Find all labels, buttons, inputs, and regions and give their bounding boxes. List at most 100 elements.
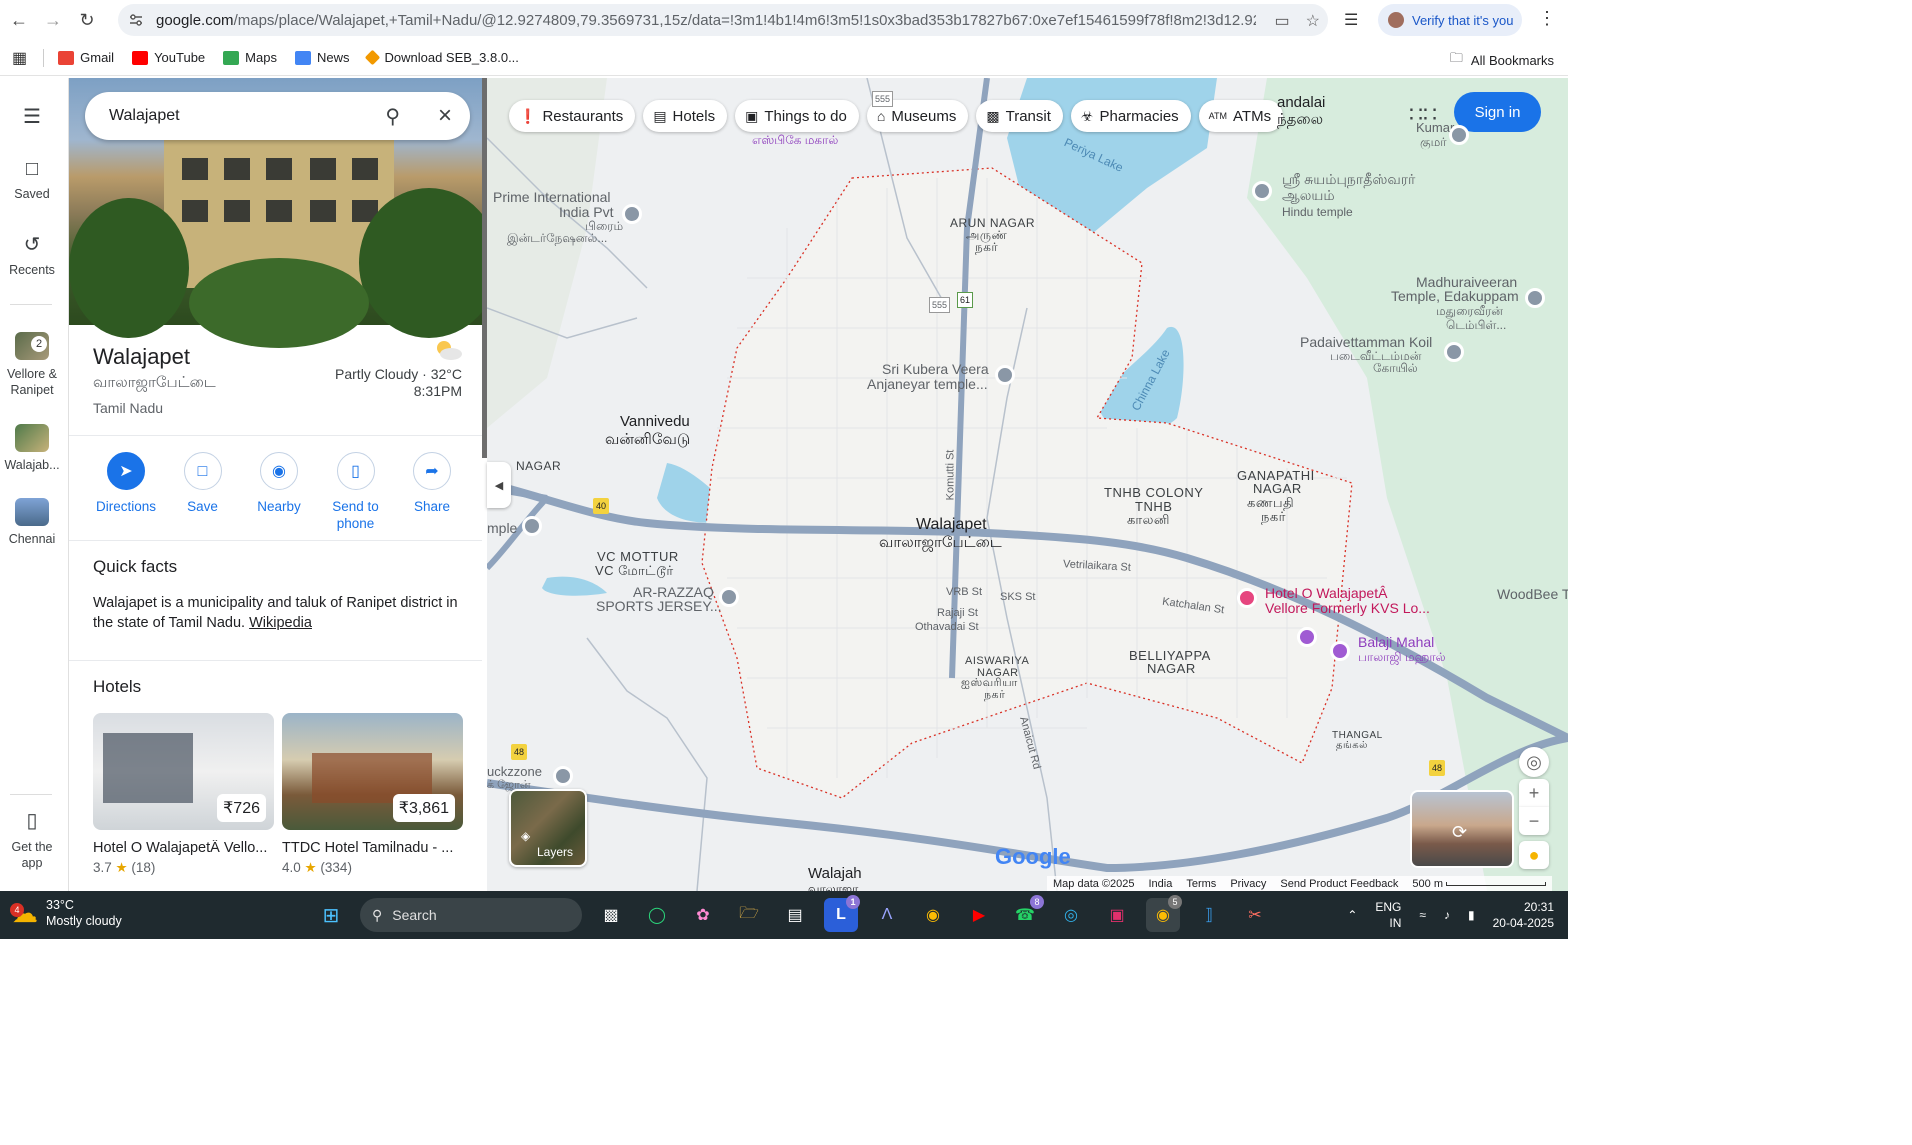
get-app-button[interactable]: ▯ Get the app [0, 808, 64, 871]
snipping-tool-icon[interactable]: ✂ [1238, 898, 1272, 932]
site-info-icon[interactable] [128, 12, 144, 28]
reload-icon[interactable]: ↻ [72, 5, 102, 35]
chip-hotels[interactable]: ▤ Hotels [643, 100, 728, 132]
search-icon[interactable]: ⚲ [385, 104, 400, 129]
recent-vellore-ranipet[interactable]: 2 Vellore & Ranipet [0, 332, 64, 398]
taskbar-weather[interactable]: ☁ 4 33°C Mostly cloudy [10, 897, 122, 929]
map-label-prime[interactable]: Prime International [493, 190, 611, 204]
bookmark-star-icon[interactable]: ☆ [1306, 11, 1320, 31]
all-bookmarks[interactable]: 🗀 All Bookmarks [1450, 49, 1554, 71]
save-button[interactable]: □ Save [166, 452, 240, 532]
battery-icon[interactable]: ▮ [1468, 908, 1475, 922]
map-label-hotel-o[interactable]: Hotel O WalajapetÂ [1265, 586, 1387, 600]
map-label-madhurai[interactable]: Madhuraiveeran [1416, 275, 1517, 289]
venue-pin-icon[interactable] [1297, 627, 1317, 647]
share-button[interactable]: ➦ Share [395, 452, 469, 532]
map-label-andalai[interactable]: andalai [1277, 95, 1325, 110]
map-label-luckzzone[interactable]: uckzzone [487, 765, 542, 779]
map-label-balaji[interactable]: Balaji Mahal [1358, 635, 1434, 649]
zoom-in-button[interactable]: + [1519, 779, 1549, 807]
map-label-sri-temple[interactable]: ஸ்ரீ சுயம்புநாதீஸ்வரர் [1282, 172, 1415, 186]
send-to-phone-button[interactable]: ▯ Send to phone [319, 452, 393, 532]
temple-pin-icon[interactable] [1252, 181, 1272, 201]
sign-in-button[interactable]: Sign in [1454, 92, 1541, 132]
edge-icon[interactable]: ◎ [1054, 898, 1088, 932]
bookmark-download-seb[interactable]: Download SEB_3.8.0... [365, 49, 519, 66]
wifi-icon[interactable]: ≈ [1419, 908, 1426, 922]
map-label-padai[interactable]: Padaivettamman Koil [1300, 335, 1432, 349]
terms-link[interactable]: Terms [1186, 878, 1216, 890]
map-label-walajapet[interactable]: Walajapet [916, 517, 987, 533]
hotel-pin-icon[interactable] [1237, 588, 1257, 608]
map-label-temple-left[interactable]: mple [487, 521, 517, 535]
instagram-icon[interactable]: ▣ [1100, 898, 1134, 932]
chrome-active-icon[interactable]: ◉ 5 [1146, 895, 1182, 932]
feedback-link[interactable]: Send Product Feedback [1280, 878, 1398, 890]
bookmark-maps[interactable]: Maps [223, 50, 277, 65]
recent-chennai[interactable]: Chennai [0, 498, 64, 546]
map-label-kubera[interactable]: Sri Kubera Veera [882, 362, 989, 376]
pegman-button[interactable]: ● [1519, 841, 1549, 869]
place-pin-icon[interactable] [719, 587, 739, 607]
language-indicator[interactable]: ENG IN [1375, 899, 1401, 931]
map-label-woodbee[interactable]: WoodBee T [1497, 587, 1568, 601]
collapse-panel-button[interactable]: ◀ [487, 462, 511, 508]
hotel-card[interactable]: ₹726 Hotel O WalajapetÂ Vello... 3.7 ★ (… [93, 713, 274, 876]
map-label-spk-mahal[interactable]: எஸ்பிகே மகால் [752, 133, 838, 147]
bookmark-gmail[interactable]: Gmail [58, 50, 114, 65]
street-view-thumbnail[interactable]: ⟳ [1410, 790, 1514, 868]
back-icon[interactable]: ← [4, 5, 34, 35]
map-label-walajah[interactable]: Walajah [808, 866, 862, 881]
place-pin-icon[interactable] [1449, 125, 1469, 145]
recents-button[interactable]: ↺ Recents [0, 232, 64, 277]
copilot-ring-icon[interactable]: ◯ [640, 898, 674, 932]
map-label-arrazzaq[interactable]: AR-RAZZAQ [633, 585, 714, 599]
layers-button[interactable]: ◈ Layers [509, 789, 587, 867]
chip-things-to-do[interactable]: ▣ Things to do [735, 100, 859, 132]
temple-pin-icon[interactable] [995, 365, 1015, 385]
bookmark-youtube[interactable]: YouTube [132, 50, 205, 65]
proton-icon[interactable]: Λ [870, 898, 904, 932]
menu-button[interactable]: ☰ [0, 104, 64, 135]
my-location-button[interactable]: ◎ [1519, 747, 1549, 777]
close-icon[interactable]: × [438, 102, 452, 130]
place-pin-icon[interactable] [553, 766, 573, 786]
clock[interactable]: 20:31 20-04-2025 [1493, 899, 1554, 931]
copilot-icon[interactable]: ✿ [686, 898, 720, 932]
app-l-icon[interactable]: L1 [824, 895, 860, 932]
chip-atms[interactable]: ATM ATMs [1198, 100, 1284, 132]
verify-identity-chip[interactable]: Verify that it's you [1378, 4, 1522, 36]
temple-pin-icon[interactable] [1525, 288, 1545, 308]
venue-pin-icon[interactable] [1330, 641, 1350, 661]
browser-menu-icon[interactable]: ⋮ [1538, 8, 1556, 29]
search-input[interactable]: Walajapet ⚲ × [85, 92, 470, 140]
temple-pin-icon[interactable] [1444, 342, 1464, 362]
saved-button[interactable]: □ Saved [0, 158, 64, 201]
youtube-icon[interactable]: ▶ [962, 898, 996, 932]
install-app-icon[interactable]: ▭ [1275, 11, 1290, 31]
whatsapp-icon[interactable]: ☎ 8 [1008, 895, 1044, 932]
chrome-icon[interactable]: ◉ [916, 898, 950, 932]
map-canvas[interactable]: ❗ Restaurants ▤ Hotels ▣ Things to do ⌂ Muse… [487, 78, 1568, 891]
file-explorer-icon[interactable]: 🗁 [732, 898, 766, 932]
place-pin-icon[interactable] [622, 204, 642, 224]
start-button[interactable]: ⊞ [314, 898, 348, 932]
apps-grid-icon[interactable]: ▦ [12, 48, 27, 68]
chevron-up-icon[interactable]: ⌃ [1347, 908, 1357, 922]
zoom-out-button[interactable]: − [1519, 807, 1549, 835]
map-label-vannivedu[interactable]: Vannivedu [620, 414, 690, 429]
volume-icon[interactable]: ♪ [1444, 908, 1450, 922]
scale-bar[interactable]: 500 m [1412, 878, 1547, 890]
wikipedia-link[interactable]: Wikipedia [249, 615, 312, 631]
bookmark-news[interactable]: News [294, 50, 349, 65]
hotel-card[interactable]: ₹3,861 TTDC Hotel Tamilnadu - ... 4.0 ★ … [282, 713, 463, 876]
store-icon[interactable]: ▤ [778, 898, 812, 932]
chip-transit[interactable]: ▩ Transit [976, 100, 1063, 132]
privacy-link[interactable]: Privacy [1230, 878, 1266, 890]
recent-walajapet[interactable]: Walajab... [0, 424, 64, 472]
forward-icon[interactable]: → [38, 5, 68, 35]
temple-pin-icon[interactable] [522, 516, 542, 536]
chip-pharmacies[interactable]: ☣ Pharmacies [1070, 100, 1191, 132]
taskbar-search[interactable]: ⚲ Search [360, 898, 582, 932]
address-bar[interactable]: google.com/maps/place/Walajapet,+Tamil+N… [118, 4, 1328, 36]
